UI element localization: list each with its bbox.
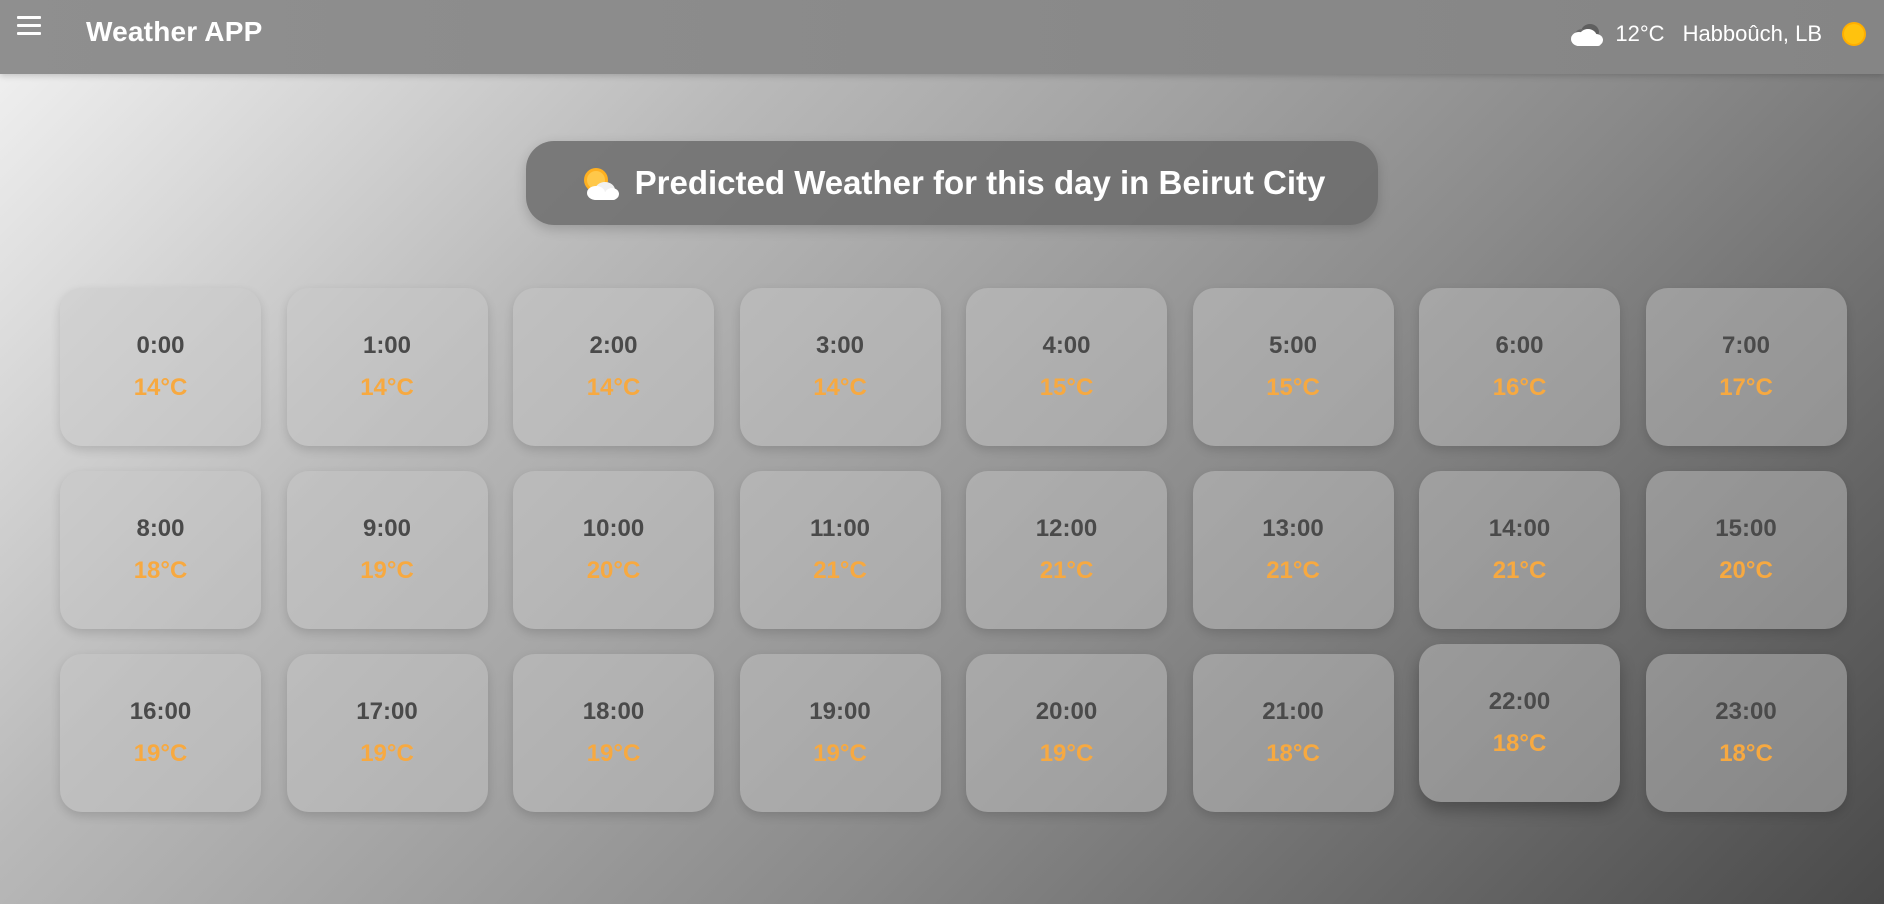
current-weather-status: 12°C Habboûch, LB bbox=[1567, 18, 1864, 50]
hour-temperature: 18°C bbox=[1492, 730, 1547, 757]
hour-temperature: 18°C bbox=[133, 557, 188, 584]
hour-temperature: 14°C bbox=[133, 374, 188, 401]
hourly-forecast-card[interactable]: 8:00 18°C bbox=[60, 471, 261, 629]
hour-label: 14:00 bbox=[1488, 515, 1551, 542]
hourly-forecast-card[interactable]: 11:00 21°C bbox=[739, 471, 941, 629]
hourly-forecast-card[interactable]: 9:00 19°C bbox=[286, 471, 488, 629]
hourly-forecast-card[interactable]: 19:00 19°C bbox=[739, 654, 941, 812]
hour-label: 8:00 bbox=[136, 515, 185, 542]
hour-label: 16:00 bbox=[129, 698, 192, 725]
hour-temperature: 19°C bbox=[360, 740, 414, 767]
hourly-forecast-card[interactable]: 14:00 21°C bbox=[1419, 471, 1620, 629]
hour-temperature: 21°C bbox=[1266, 557, 1320, 584]
hourly-forecast-grid: 0:00 14°C 1:00 14°C 2:00 14°C 3:00 14°C 4:00 15°C… bbox=[60, 288, 1847, 812]
hour-label: 10:00 bbox=[582, 515, 645, 542]
hour-temperature: 18°C bbox=[1266, 740, 1320, 767]
hour-temperature: 20°C bbox=[1719, 557, 1773, 584]
hour-temperature: 16°C bbox=[1492, 374, 1547, 401]
hourly-forecast-card[interactable]: 20:00 19°C bbox=[966, 654, 1167, 812]
hourly-forecast-card[interactable]: 2:00 14°C bbox=[513, 288, 714, 446]
hourly-forecast-card[interactable]: 10:00 20°C bbox=[513, 471, 714, 629]
forecast-title: Predicted Weather for this day in Beirut… bbox=[634, 164, 1326, 201]
menu-icon[interactable] bbox=[17, 14, 43, 38]
hour-temperature: 21°C bbox=[1039, 557, 1094, 584]
hour-label: 7:00 bbox=[1721, 332, 1771, 359]
app-title: Weather APP bbox=[86, 16, 263, 47]
hour-label: 0:00 bbox=[136, 332, 185, 359]
hour-temperature: 19°C bbox=[360, 557, 414, 584]
cloud-icon bbox=[1571, 24, 1604, 46]
hour-label: 11:00 bbox=[809, 515, 871, 542]
current-temperature: 12°C bbox=[1615, 21, 1665, 46]
hourly-forecast-card[interactable]: 22:00 18°C bbox=[1419, 644, 1620, 802]
hour-label: 5:00 bbox=[1268, 332, 1318, 359]
hourly-forecast-card[interactable]: 13:00 21°C bbox=[1192, 471, 1394, 629]
sun-icon[interactable] bbox=[1844, 24, 1864, 44]
hour-label: 2:00 bbox=[589, 332, 638, 359]
hour-temperature: 14°C bbox=[586, 374, 641, 401]
top-navigation-bar: Weather APP 12°C Habboûch, LB bbox=[0, 0, 1884, 74]
hourly-forecast-card[interactable]: 7:00 17°C bbox=[1645, 288, 1847, 446]
hourly-forecast-card[interactable]: 16:00 19°C bbox=[60, 654, 261, 812]
hourly-forecast-card[interactable]: 17:00 19°C bbox=[286, 654, 488, 812]
hourly-forecast-card[interactable]: 1:00 14°C bbox=[286, 288, 488, 446]
hour-temperature: 21°C bbox=[813, 557, 867, 584]
hour-temperature: 19°C bbox=[813, 740, 867, 767]
hour-temperature: 14°C bbox=[813, 374, 867, 401]
hour-label: 19:00 bbox=[809, 698, 871, 725]
hour-temperature: 21°C bbox=[1492, 557, 1547, 584]
hourly-forecast-card[interactable]: 5:00 15°C bbox=[1192, 288, 1394, 446]
hour-temperature: 19°C bbox=[1039, 740, 1094, 767]
current-location: Habboûch, LB bbox=[1682, 21, 1822, 46]
hour-label: 17:00 bbox=[356, 698, 418, 725]
hourly-forecast-card[interactable]: 15:00 20°C bbox=[1645, 471, 1847, 629]
hour-label: 3:00 bbox=[815, 332, 865, 359]
hourly-forecast-card[interactable]: 21:00 18°C bbox=[1192, 654, 1394, 812]
hour-label: 4:00 bbox=[1042, 332, 1091, 359]
hourly-forecast-card[interactable]: 18:00 19°C bbox=[513, 654, 714, 812]
hour-label: 23:00 bbox=[1715, 698, 1777, 725]
hour-label: 9:00 bbox=[362, 515, 412, 542]
hour-temperature: 15°C bbox=[1039, 374, 1094, 401]
hour-temperature: 19°C bbox=[133, 740, 188, 767]
hour-label: 15:00 bbox=[1715, 515, 1777, 542]
hour-label: 22:00 bbox=[1488, 688, 1551, 715]
hour-label: 21:00 bbox=[1262, 698, 1324, 725]
hourly-forecast-card[interactable]: 0:00 14°C bbox=[60, 288, 261, 446]
forecast-banner: Predicted Weather for this day in Beirut… bbox=[526, 141, 1378, 225]
hourly-forecast-card[interactable]: 23:00 18°C bbox=[1645, 654, 1847, 812]
hour-label: 12:00 bbox=[1035, 515, 1098, 542]
hour-label: 1:00 bbox=[362, 332, 412, 359]
hour-temperature: 19°C bbox=[586, 740, 641, 767]
hour-label: 13:00 bbox=[1262, 515, 1324, 542]
hour-temperature: 20°C bbox=[586, 557, 641, 584]
hourly-forecast-card[interactable]: 3:00 14°C bbox=[739, 288, 941, 446]
sun-behind-cloud-icon bbox=[583, 168, 619, 200]
hour-temperature: 15°C bbox=[1266, 374, 1320, 401]
hourly-forecast-card[interactable]: 6:00 16°C bbox=[1419, 288, 1620, 446]
hour-label: 6:00 bbox=[1495, 332, 1544, 359]
hour-temperature: 14°C bbox=[360, 374, 414, 401]
hourly-forecast-card[interactable]: 4:00 15°C bbox=[966, 288, 1167, 446]
hour-temperature: 17°C bbox=[1719, 374, 1773, 401]
hour-label: 20:00 bbox=[1035, 698, 1098, 725]
hour-label: 18:00 bbox=[582, 698, 645, 725]
hour-temperature: 18°C bbox=[1719, 740, 1773, 767]
hourly-forecast-card[interactable]: 12:00 21°C bbox=[966, 471, 1167, 629]
